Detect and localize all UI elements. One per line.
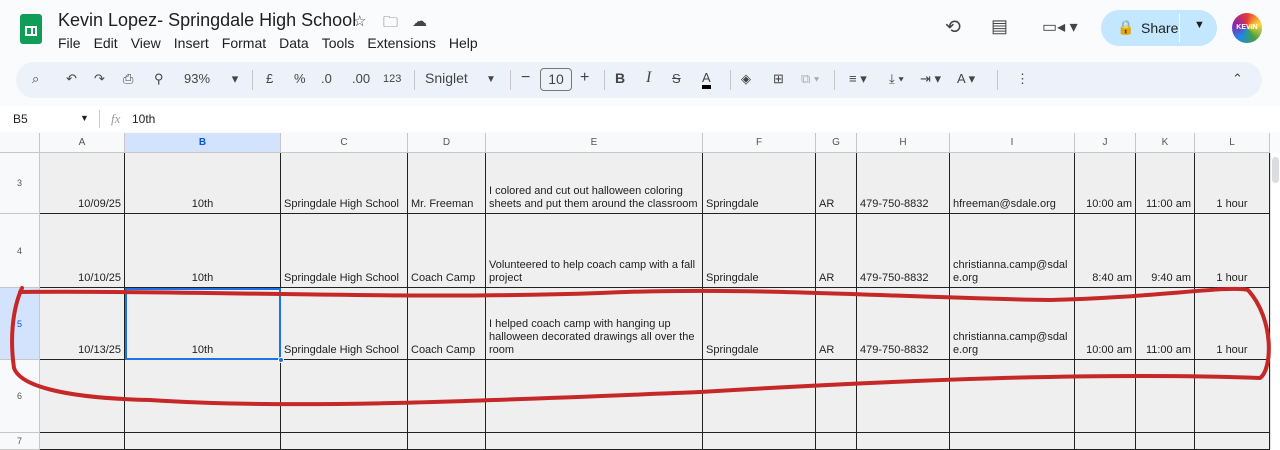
red-annotation-circle bbox=[10, 286, 1271, 407]
